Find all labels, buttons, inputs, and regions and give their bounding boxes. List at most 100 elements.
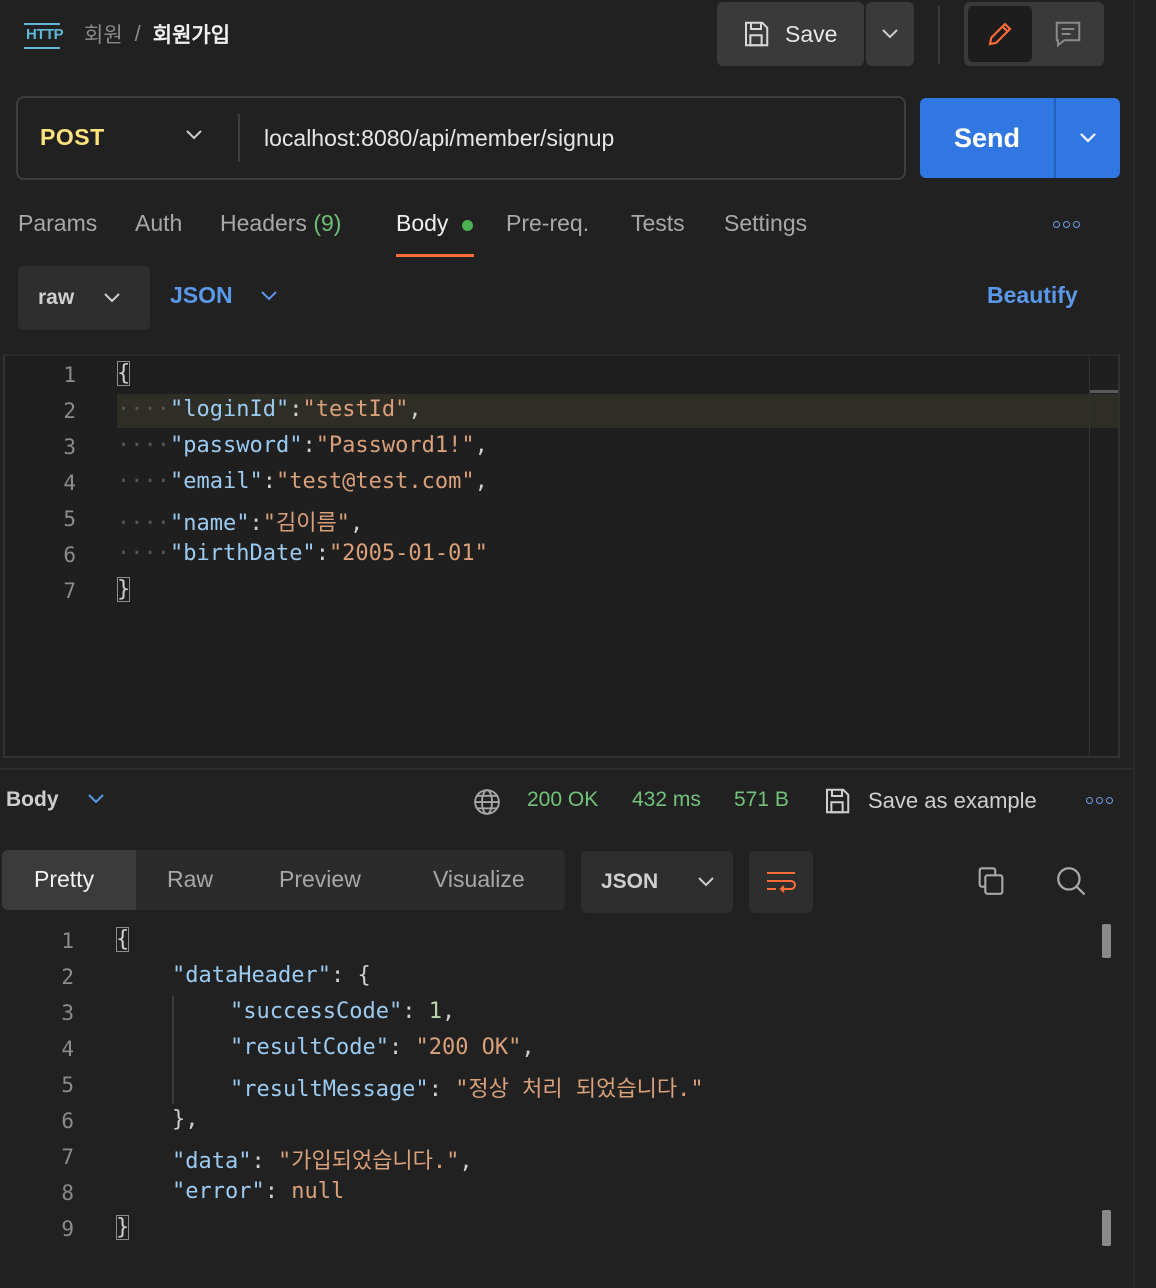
line-number: 5 [61,1073,74,1097]
line-number: 3 [63,435,76,459]
request-title[interactable]: 회원가입 [153,19,230,49]
line-number: 8 [61,1181,74,1205]
body-mode-select[interactable]: raw [18,266,150,330]
editor-scrollbar[interactable] [1089,356,1118,756]
indent-dots: ···· [117,541,170,566]
code-line: { [117,361,131,386]
tab-settings[interactable]: Settings [724,210,807,237]
line-number: 7 [61,1145,74,1169]
line-number: 2 [63,399,76,423]
search-icon[interactable] [1054,864,1088,898]
json-comma: , [474,469,488,494]
json-key: "data" [172,1149,252,1174]
response-time[interactable]: 432 ms [632,788,701,812]
code-line: ····"birthDate":"2005-01-01" [117,541,488,566]
code-line: "dataHeader": { [172,963,371,988]
json-brace: } [116,1215,130,1240]
line-number: 4 [61,1037,74,1061]
breadcrumb-parent[interactable]: 회원 [84,19,123,49]
json-value: "가입되었습니다." [277,1149,460,1174]
save-button[interactable]: Save [717,2,864,66]
response-size[interactable]: 571 B [734,788,789,812]
url-divider [238,114,240,162]
code-line: ····"password":"Password1!", [117,433,488,458]
json-brace: { [116,927,130,952]
json-key: "password" [169,433,303,458]
body-language-label: JSON [170,282,233,308]
code-line: ····"name":"김이름", [117,511,364,536]
line-number: 7 [63,579,76,603]
method-select[interactable]: POST [40,124,105,151]
json-value: "2005-01-01" [328,541,488,566]
tab-headers[interactable]: Headers (9) [220,210,341,237]
json-value: "testId" [302,397,409,422]
response-scrollbar-thumb[interactable] [1102,1210,1111,1246]
response-pane-resizer[interactable] [0,768,1133,770]
code-line: ····"loginId":"testId", [117,397,422,422]
json-key: "birthDate" [169,541,316,566]
chevron-down-icon[interactable] [184,128,204,142]
json-key: "name" [169,511,250,536]
indent-dots: ···· [117,397,170,422]
line-number: 2 [61,965,74,989]
more-options-icon[interactable] [1053,221,1080,228]
send-options-button[interactable] [1056,98,1120,178]
json-key: "successCode" [230,999,403,1024]
active-tab-underline [396,254,474,257]
tab-auth[interactable]: Auth [135,210,182,237]
save-as-example-label: Save as example [868,788,1037,813]
code-line: ····"email":"test@test.com", [117,469,488,494]
tab-tests[interactable]: Tests [631,210,685,237]
copy-icon[interactable] [974,864,1008,898]
chevron-down-icon [104,293,120,303]
code-line: "error": null [172,1179,345,1204]
view-tab-raw[interactable]: Raw [167,866,213,893]
view-tab-visualize[interactable]: Visualize [433,866,525,893]
globe-icon[interactable] [472,787,502,817]
view-tab-preview[interactable]: Preview [279,866,361,893]
save-as-example-button[interactable]: Save as example [822,786,1037,816]
edit-mode-button[interactable] [968,6,1032,62]
line-number: 9 [61,1217,74,1241]
comments-button[interactable] [1036,6,1100,62]
body-mode-label: raw [38,286,75,309]
response-scrollbar-thumb[interactable] [1102,924,1111,958]
view-tab-pretty[interactable]: Pretty [34,866,94,893]
pencil-icon [988,22,1012,46]
comment-icon [1055,21,1081,48]
send-button[interactable]: Send [920,98,1054,178]
chevron-down-icon[interactable] [86,792,106,806]
indent-dots: ···· [117,433,170,458]
line-number: 1 [63,363,76,387]
json-brace: { [117,361,131,386]
tab-headers-label: Headers [220,210,307,236]
body-language-select[interactable]: JSON [170,282,279,309]
breadcrumb: HTTP 회원 / 회원가입 [0,0,720,68]
breadcrumb-separator: / [134,21,141,46]
url-input[interactable] [264,120,884,156]
tab-prereq[interactable]: Pre-req. [506,210,589,237]
json-key: "resultCode" [230,1035,389,1060]
tab-body[interactable]: Body [396,210,448,237]
chevron-down-icon [1080,133,1096,143]
scrollbar-marker [1090,390,1118,393]
indent-dots: ···· [117,511,170,536]
save-options-button[interactable] [866,2,914,66]
json-comma: , [474,433,488,458]
status-code[interactable]: 200 OK [527,788,598,812]
more-options-icon[interactable] [1086,797,1113,804]
body-indicator-dot [462,220,473,231]
json-key: "resultMessage" [230,1077,429,1102]
save-label: Save [785,20,838,47]
json-value: "test@test.com" [275,469,475,494]
json-brace: } [117,577,131,602]
code-line: "successCode": 1, [230,999,456,1024]
chevron-down-icon [882,29,898,39]
beautify-button[interactable]: Beautify [987,282,1078,309]
tab-params[interactable]: Params [18,210,97,237]
json-value: "Password1!" [315,433,475,458]
wrap-lines-button[interactable] [749,851,813,913]
code-line: "resultCode": "200 OK", [230,1035,535,1060]
response-body-label[interactable]: Body [6,788,59,812]
response-format-select[interactable]: JSON [581,851,733,913]
